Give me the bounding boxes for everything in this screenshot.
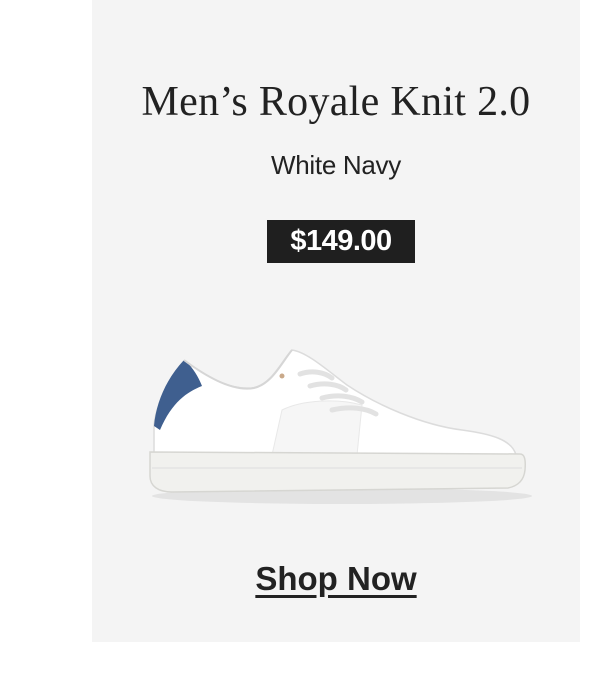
product-title: Men’s Royale Knit 2.0: [141, 79, 531, 125]
eyelet: [279, 373, 285, 379]
shoe-sole: [149, 451, 526, 493]
product-card: Men’s Royale Knit 2.0 White Navy $149.00…: [92, 0, 580, 642]
product-color: White Navy: [271, 150, 401, 180]
sneaker-image[interactable]: [132, 330, 532, 510]
shop-now-link[interactable]: Shop Now: [92, 560, 580, 598]
price-badge: $149.00: [267, 220, 415, 263]
